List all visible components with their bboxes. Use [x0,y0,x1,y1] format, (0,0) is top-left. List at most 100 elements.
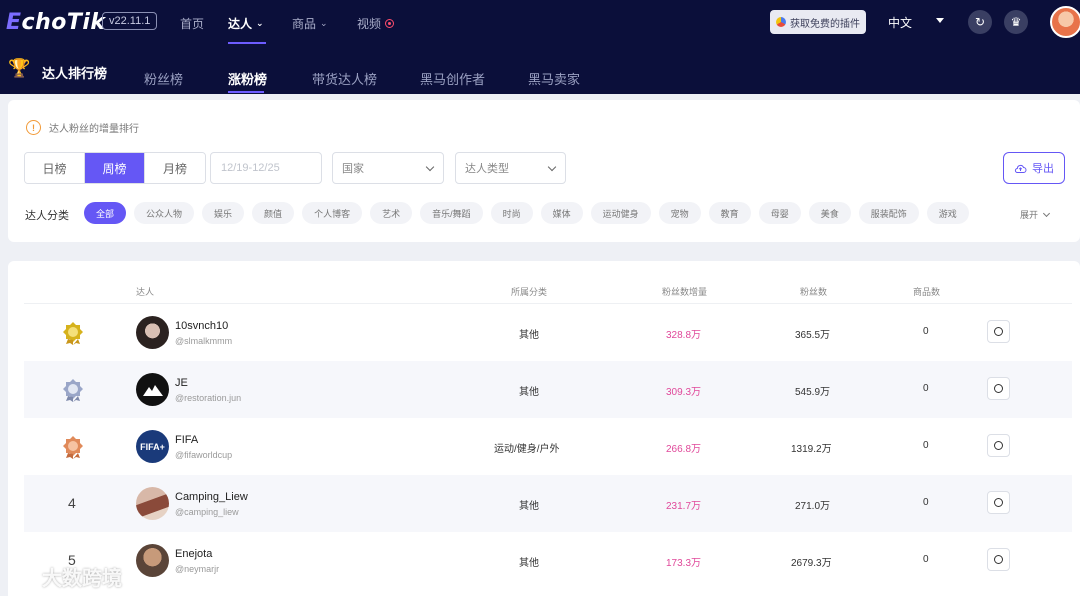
crown-icon[interactable]: ♛ [1004,10,1028,34]
chevron-down-icon [1042,209,1051,217]
products-cell: 0 [923,497,929,508]
influencer-name[interactable]: JE [175,377,188,389]
table-row[interactable]: 10svnch10 @slmalkmmm 其他 328.8万 365.5万 0 [24,304,1072,361]
search-icon [994,327,1003,336]
table-row[interactable]: 4 Camping_Liew @camping_liew 其他 231.7万 2… [24,475,1072,532]
products-cell: 0 [923,440,929,451]
tab-sales-influencer-rank[interactable]: 带货达人榜 [312,69,377,88]
search-icon [994,384,1003,393]
period-toggle: 日榜 周榜 月榜 [24,152,206,184]
category-chip[interactable]: 艺术 [370,202,413,224]
view-detail-button[interactable] [987,491,1010,514]
expand-categories[interactable]: 展开 [1020,208,1051,221]
nav-videos[interactable]: 视频 [357,15,395,32]
table-row[interactable]: FIFA+ FIFA @fifaworldcup 运动/健身/户外 266.8万… [24,418,1072,475]
followers-cell: 2679.3万 [791,558,832,569]
tab-growth-rank[interactable]: 涨粉榜 [228,69,267,88]
avatar[interactable] [136,373,169,406]
ranking-hint: ! 达人粉丝的增量排行 [26,120,139,135]
chevron-down-icon: ⌄ [320,18,328,28]
influencer-handle: @slmalkmmm [175,336,233,346]
tab-follower-rank[interactable]: 粉丝榜 [144,69,183,88]
category-chip[interactable]: 时尚 [490,202,533,224]
tab-rising-creators[interactable]: 黑马创作者 [420,69,485,88]
category-chip[interactable]: 个人博客 [302,202,363,224]
influencer-type-select[interactable]: 达人类型 [455,152,566,184]
watermark: 大数跨境 [8,562,122,591]
table-row[interactable]: JE @restoration.jun 其他 309.3万 545.9万 0 [24,361,1072,418]
category-chip[interactable]: 音乐/舞蹈 [420,202,483,224]
ranking-table: 达人 所属分类 粉丝数增量 粉丝数 商品数 10svnch10 @slmalkm… [8,261,1080,596]
switch-icon[interactable]: ↻ [968,10,992,34]
chevron-down-icon [425,162,435,172]
user-avatar[interactable] [1050,6,1080,38]
column-header-category: 所属分类 [511,287,548,297]
date-range-picker[interactable]: 12/19-12/25 [210,152,322,184]
category-chip[interactable]: 母婴 [758,202,801,224]
language-selector[interactable]: 中文 [888,14,912,31]
tab-rising-sellers[interactable]: 黑马卖家 [528,69,580,88]
silver-medal-icon [63,379,83,402]
view-detail-button[interactable] [987,548,1010,571]
influencer-handle: @fifaworldcup [175,450,233,460]
nav-products[interactable]: 商品 ⌄ [292,15,328,32]
category-chip[interactable]: 媒体 [540,202,583,224]
table-row[interactable]: 5 Enejota @neymarjr 其他 173.3万 2679.3万 0 [24,532,1072,589]
nav-influencers[interactable]: 达人 ⌄ [228,15,264,32]
growth-cell: 231.7万 [666,501,702,512]
live-icon [385,19,395,28]
view-detail-button[interactable] [987,320,1010,343]
chevron-down-icon: ⌄ [256,18,264,28]
column-header-follower-growth[interactable]: 粉丝数增量 [662,285,707,298]
category-chip[interactable]: 服装配饰 [858,202,919,224]
category-chip[interactable]: 游戏 [926,202,969,224]
category-chip[interactable]: 教育 [708,202,751,224]
avatar[interactable]: FIFA+ [136,430,169,463]
category-chip[interactable]: 宠物 [658,202,701,224]
growth-cell: 309.3万 [666,387,702,398]
period-monthly[interactable]: 月榜 [145,153,205,183]
echotik-logo[interactable]: EchoTik [6,10,106,35]
influencer-name[interactable]: Enejota [175,548,212,560]
avatar[interactable] [136,487,169,520]
influencer-handle: @camping_liew [175,507,239,517]
mountain-logo-icon [142,384,163,396]
influencer-name[interactable]: 10svnch10 [175,320,228,332]
cloud-upload-icon [1014,164,1027,173]
country-select[interactable]: 国家 [332,152,444,184]
category-cell: 其他 [519,501,539,512]
nav-home[interactable]: 首页 [180,15,204,32]
get-plugin-button[interactable]: 获取免费的插件 [770,10,866,34]
search-icon [994,498,1003,507]
version-badge: v22.11.1 [102,12,158,30]
category-chip[interactable]: 娱乐 [202,202,245,224]
avatar[interactable] [136,544,169,577]
influencer-name[interactable]: FIFA [175,434,198,446]
period-daily[interactable]: 日榜 [25,153,85,183]
tab-active-indicator [228,91,264,93]
period-weekly[interactable]: 周榜 [85,153,145,183]
chevron-down-icon [547,162,557,172]
growth-cell: 173.3万 [666,558,702,569]
category-cell: 运动/健身/户外 [494,444,560,455]
category-chip[interactable]: 美食 [808,202,851,224]
view-detail-button[interactable] [987,377,1010,400]
view-detail-button[interactable] [987,434,1010,457]
category-cell: 其他 [519,558,539,569]
column-header-followers[interactable]: 粉丝数 [800,285,827,298]
followers-cell: 545.9万 [795,387,831,398]
caret-down-icon[interactable] [936,18,944,23]
column-header-products[interactable]: 商品数 [913,285,940,298]
watermark-logo-icon [8,567,36,585]
category-chip[interactable]: 全部 [84,202,127,224]
export-button[interactable]: 导出 [1003,152,1065,184]
category-chip[interactable]: 运动健身 [590,202,651,224]
influencer-handle: @restoration.jun [175,393,242,403]
growth-cell: 266.8万 [666,444,702,455]
trophy-icon: 🏆 [8,58,31,78]
gold-medal-icon [63,322,83,345]
category-chip[interactable]: 公众人物 [134,202,195,224]
category-chip[interactable]: 颜值 [252,202,295,224]
avatar[interactable] [136,316,169,349]
influencer-name[interactable]: Camping_Liew [175,491,248,503]
